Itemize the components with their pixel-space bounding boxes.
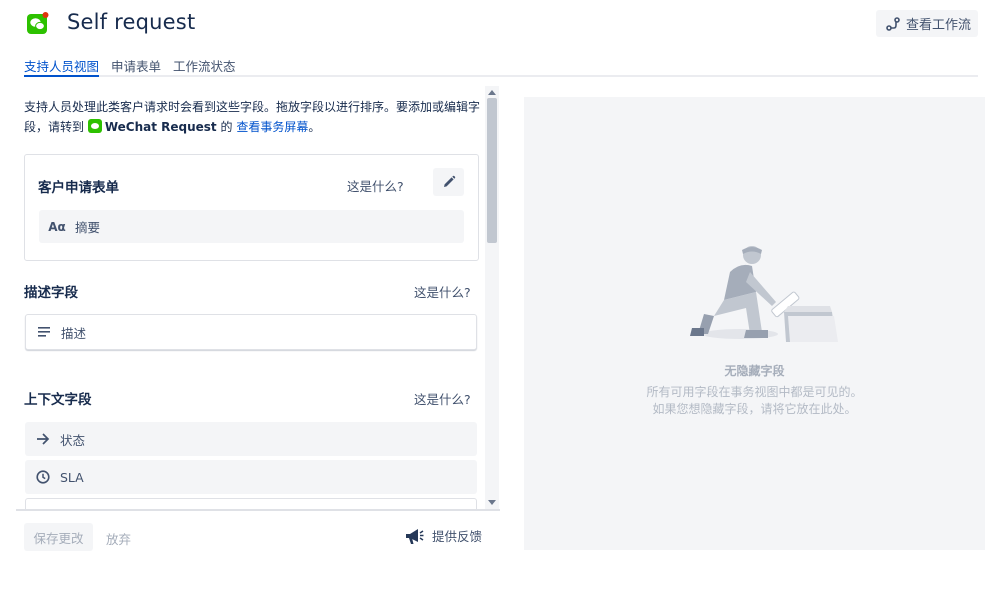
tab-workflow-status[interactable]: 工作流状态 [173, 56, 236, 77]
request-form-title: 客户申请表单 [38, 180, 119, 196]
view-issue-screens-link[interactable]: 查看事务屏幕 [236, 120, 308, 134]
text-field-icon: Aα [48, 219, 66, 234]
empty-state-title: 无隐藏字段 [724, 364, 785, 378]
view-workflow-button[interactable]: 查看工作流 [876, 10, 978, 37]
intro-text-part: 。 [308, 120, 321, 134]
edit-request-form-button[interactable] [433, 168, 464, 196]
hidden-fields-dropzone[interactable]: 无隐藏字段 所有可用字段在事务视图中都是可见的。 如果您想隐藏字段，请将它放在此… [524, 97, 985, 550]
give-feedback-label: 提供反馈 [432, 529, 483, 544]
view-tabs: 支持人员视图 申请表单 工作流状态 [24, 55, 978, 77]
agent-view-panel: 支持人员处理此类客户请求时会看到这些字段。拖放字段以进行排序。要添加或编辑字段，… [16, 86, 485, 509]
megaphone-icon [406, 528, 424, 544]
clock-icon [25, 470, 60, 484]
summary-field-label: 摘要 [75, 220, 101, 235]
tab-request-form[interactable]: 申请表单 [111, 56, 161, 77]
left-panel-scrollbar[interactable] [485, 86, 499, 509]
scroll-down-arrow[interactable] [488, 500, 496, 505]
status-field[interactable]: 状态 [25, 422, 477, 456]
page-title: Self request [67, 10, 196, 34]
give-feedback-button[interactable]: 提供反馈 [404, 526, 482, 545]
workflow-icon [886, 16, 900, 31]
empty-state-line-1: 所有可用字段在事务视图中都是可见的。 [646, 385, 863, 399]
description-field-label: 描述 [61, 325, 87, 341]
tab-agent-view[interactable]: 支持人员视图 [24, 56, 100, 77]
paragraph-icon [26, 327, 61, 337]
intro-text: 支持人员处理此类客户请求时会看到这些字段。拖放字段以进行排序。要添加或编辑字段，… [24, 97, 480, 137]
empty-state-illustration [684, 242, 844, 351]
wechat-app-icon [27, 12, 49, 34]
sla-field[interactable]: SLA [25, 460, 477, 494]
scroll-up-arrow[interactable] [488, 90, 496, 95]
intro-text-part: 的 [216, 120, 237, 134]
view-workflow-label: 查看工作流 [906, 18, 972, 33]
description-section-title: 描述字段 [24, 285, 78, 301]
description-field[interactable]: 描述 [25, 314, 477, 350]
empty-state-line-2: 如果您想隐藏字段，请将它放在此处。 [652, 402, 857, 416]
wechat-project-icon [87, 119, 102, 133]
pencil-icon [443, 175, 455, 187]
empty-state-description: 所有可用字段在事务视图中都是可见的。 如果您想隐藏字段，请将它放在此处。 [524, 384, 985, 418]
description-help-link[interactable]: 这是什么? [414, 282, 471, 301]
summary-field[interactable]: Aα 摘要 [39, 210, 464, 243]
discard-button[interactable]: 放弃 [106, 529, 131, 548]
footer-divider [16, 509, 500, 511]
request-form-help-link[interactable]: 这是什么? [347, 176, 404, 195]
project-name: WeChat Request [104, 120, 217, 134]
request-form-card: 客户申请表单 这是什么? Aα 摘要 [24, 154, 479, 261]
scroll-thumb[interactable] [487, 98, 497, 243]
context-help-link[interactable]: 这是什么? [414, 389, 471, 408]
save-changes-button[interactable]: 保存更改 [24, 523, 93, 551]
status-field-label: 状态 [60, 432, 86, 448]
arrow-right-icon [25, 433, 60, 445]
next-field-card[interactable] [25, 498, 477, 509]
context-section-title: 上下文字段 [24, 392, 92, 408]
sla-field-label: SLA [60, 469, 84, 485]
